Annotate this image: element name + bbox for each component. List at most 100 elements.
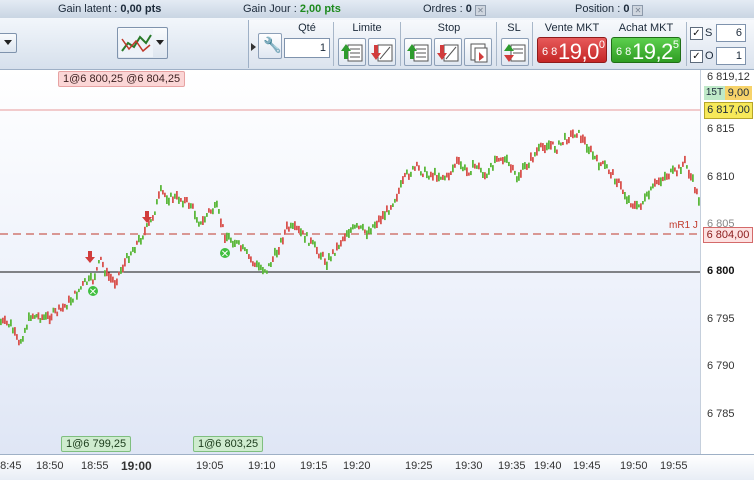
settings-button[interactable]: 🔧 [258,33,282,59]
price-chart[interactable]: ✕ ✕ 1@6 800,25 @6 804,25 1@6 799,25 1@6 … [0,70,700,454]
limit-buy-button[interactable] [338,38,366,66]
price-tick [592,151,594,160]
price-tick [28,312,30,321]
x-tick-label: 18:55 [81,460,109,472]
o-checkbox[interactable]: ✓ [690,50,703,63]
price-tick [692,174,694,182]
price-tick [366,230,368,240]
price-tick [37,312,40,320]
price-tick [196,217,198,223]
price-tick [652,183,654,189]
price-tick [94,273,96,281]
price-tick [640,203,642,210]
separator [686,22,687,66]
x-tick-label: 19:00 [121,459,152,473]
price-tick [486,173,488,179]
price-tick [580,135,582,144]
close-orders-icon[interactable]: ✕ [474,5,486,16]
price-tick [448,172,450,181]
price-tick [86,281,88,285]
price-tick [484,172,486,180]
price-tick [506,154,508,163]
price-tick [574,134,576,138]
price-tick [80,286,82,290]
price-tick [352,224,354,230]
sl-button[interactable] [501,38,529,66]
stop-sell-button[interactable] [434,38,462,66]
price-tick [35,314,38,318]
chevron-down-icon [4,40,12,45]
y-tick-label: 6 815 [707,123,735,135]
price-tick [414,166,416,171]
price-tick [612,169,614,175]
x-tick-label: 19:55 [660,460,688,472]
price-tick [402,176,404,184]
price-tick [12,327,14,334]
price-tick [394,198,396,203]
price-tick [370,228,372,235]
price-tick [572,129,574,139]
price-tick [564,132,566,140]
fill-tag[interactable]: 1@6 799,25 [61,436,132,452]
price-tick [54,308,57,314]
price-tick [576,133,578,138]
price-tick [446,172,448,178]
price-tick [46,311,49,319]
chevron-down-icon [156,40,164,45]
limit-sell-button[interactable] [368,38,396,66]
price-tick [434,167,436,176]
price-tick [524,162,526,170]
price-tick [598,162,600,171]
o-input[interactable]: 1 [716,47,746,65]
price-tick [166,195,168,204]
price-tick [50,313,53,321]
buy-market-button[interactable]: 6 8 19,25 [611,37,681,64]
price-tick [508,161,510,167]
order-tag[interactable]: 1@6 800,25 @6 804,25 [58,71,186,87]
fill-tag[interactable]: 1@6 803,25 [193,436,264,452]
price-tick [102,261,104,268]
x-tick-label: 19:15 [300,460,328,472]
price-tick [30,315,32,321]
price-tick [282,237,284,245]
price-tick [670,168,672,173]
price-tick [556,149,558,154]
price-tick [684,155,686,164]
price-tick [426,171,428,179]
price-tick [100,256,102,260]
sell-market-button[interactable]: 6 8 19,00 [537,37,607,64]
price-tick [498,157,500,162]
s-checkbox[interactable]: ✓ [690,27,703,40]
price-tick [678,164,680,169]
chart-type-dropdown[interactable] [117,27,168,59]
sl-label: SL [507,22,521,34]
close-position-icon[interactable]: ✕ [632,5,644,16]
quantity-input[interactable]: 1 [284,38,330,58]
svg-text:✕: ✕ [89,287,97,298]
price-tick [278,247,280,255]
price-tick [84,278,86,283]
price-tick [300,228,302,237]
arrow-right-icon[interactable] [251,43,256,51]
price-tick [660,177,662,187]
left-dropdown[interactable] [0,33,17,53]
price-tick [206,213,208,217]
price-tick [582,134,584,143]
stop-buy-button[interactable] [404,38,432,66]
price-tick [268,263,270,267]
price-tick [152,215,154,221]
price-tick [696,188,698,195]
price-tick [460,161,462,170]
price-tick [39,318,42,323]
s-input[interactable]: 6 [716,24,746,42]
price-tick [440,176,442,180]
price-tick [192,203,194,209]
price-tick [286,221,288,230]
price-tick [356,223,358,228]
price-tick [106,267,108,277]
price-tick [606,164,608,169]
price-tick [390,205,392,210]
price-tick [150,219,152,223]
price-tick [118,271,120,276]
stop-reverse-button[interactable] [464,38,492,66]
